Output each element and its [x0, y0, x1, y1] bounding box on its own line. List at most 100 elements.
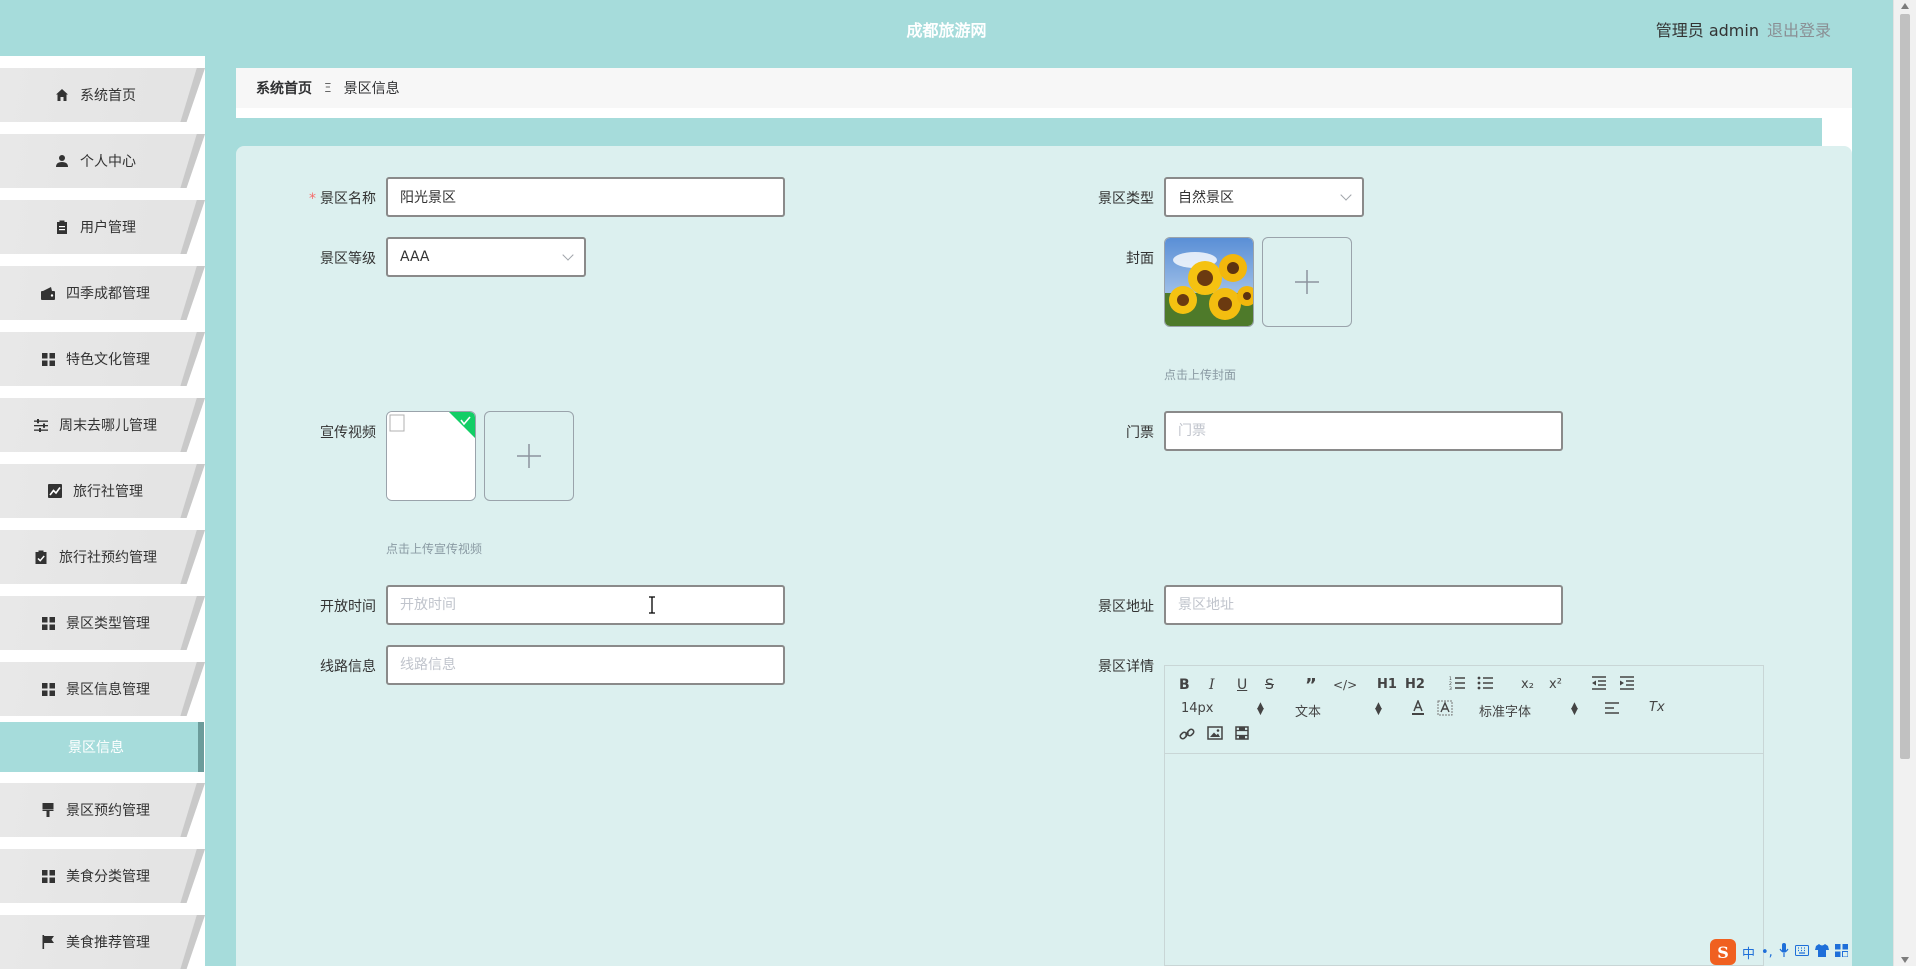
sidebar: 系统首页 个人中心 用户管理 四季成都管理 特色文化管理 周末去哪儿管理 旅行社… [0, 56, 205, 969]
address-input[interactable] [1164, 585, 1563, 625]
route-input[interactable] [386, 645, 785, 685]
name-input[interactable]: 阳光景区 [386, 177, 785, 217]
chevron-down-icon [562, 249, 574, 261]
ticket-label: 门票 [1126, 425, 1154, 441]
sidebar-item-profile[interactable]: 个人中心 [0, 128, 205, 188]
updown-arrows-icon: ▲ ▼ [1571, 701, 1578, 717]
address-label: 景区地址 [1098, 599, 1154, 615]
cover-thumbnail[interactable] [1164, 237, 1254, 327]
updown-arrows-icon: ▲ ▼ [1375, 701, 1382, 717]
clear-format-button[interactable]: Tx [1649, 700, 1665, 715]
ordered-list-icon[interactable]: 123 [1449, 676, 1465, 694]
video-thumbnail[interactable] [386, 411, 476, 501]
open-time-input[interactable] [386, 585, 785, 625]
sidebar-item-scenic-booking[interactable]: 景区预约管理 [0, 777, 205, 837]
sidebar-item-scenic-info[interactable]: 景区信息 [0, 716, 205, 772]
details-editor: B I U S ” </> H1 H2 123 x₂ x² 14px ▲ ▼ 文本… [1164, 665, 1764, 966]
chart-icon [47, 483, 63, 499]
sidebar-item-label: 个人中心 [80, 154, 136, 170]
grid-icon [40, 615, 56, 631]
blockquote-icon[interactable]: ” [1305, 675, 1317, 696]
ime-toolbar: S 中 •, [1710, 939, 1890, 965]
sidebar-item-agency-booking[interactable]: 旅行社预约管理 [0, 524, 205, 584]
link-icon[interactable] [1179, 726, 1195, 746]
background-color-icon[interactable] [1437, 700, 1453, 720]
scroll-up-arrow-icon[interactable] [1901, 3, 1909, 9]
sidebar-item-label: 景区预约管理 [66, 803, 150, 819]
sidebar-item-culture[interactable]: 特色文化管理 [0, 326, 205, 386]
ticket-input[interactable] [1164, 411, 1563, 451]
video-upload-button[interactable] [484, 411, 574, 501]
font-color-icon[interactable] [1411, 698, 1425, 720]
sidebar-item-seasons[interactable]: 四季成都管理 [0, 260, 205, 320]
scroll-down-arrow-icon[interactable] [1901, 957, 1909, 963]
image-icon[interactable] [1207, 726, 1223, 744]
page-scrollbar[interactable] [1893, 0, 1916, 966]
video-icon[interactable] [1235, 726, 1249, 744]
level-label: 景区等级 [320, 251, 376, 267]
code-block-icon[interactable]: </> [1333, 678, 1357, 692]
bullet-list-icon[interactable] [1477, 676, 1493, 694]
bold-button[interactable]: B [1179, 677, 1190, 693]
sidebar-item-scenic-type[interactable]: 景区类型管理 [0, 590, 205, 650]
home-icon [54, 87, 70, 103]
ibeam-cursor-icon [649, 596, 655, 614]
name-label: * 景区名称 [309, 191, 376, 207]
italic-button[interactable]: I [1209, 677, 1215, 693]
superscript-button[interactable]: x² [1549, 677, 1562, 692]
level-select[interactable]: AAA [386, 237, 586, 277]
h2-button[interactable]: H2 [1405, 677, 1425, 692]
sidebar-item-label: 四季成都管理 [66, 286, 150, 302]
ime-punctuation-toggle[interactable]: •, [1761, 945, 1773, 960]
outdent-icon[interactable] [1591, 676, 1607, 694]
flag-icon [40, 934, 56, 950]
open-time-label: 开放时间 [320, 599, 376, 615]
breadcrumb: 系统首页 Ξ 景区信息 [236, 68, 1852, 108]
microphone-icon[interactable] [1779, 943, 1789, 961]
breadcrumb-home[interactable]: 系统首页 [256, 78, 312, 98]
indent-icon[interactable] [1619, 676, 1635, 694]
sidebar-item-scenic-info-mgmt[interactable]: 景区信息管理 [0, 656, 205, 716]
sogou-logo-icon[interactable]: S [1710, 939, 1736, 965]
content-top-strip [236, 108, 1852, 118]
cover-upload-button[interactable] [1262, 237, 1352, 327]
broken-image-icon [387, 412, 475, 500]
text-style-select[interactable]: 文本 ▲ ▼ [1295, 701, 1385, 721]
svg-text:3: 3 [1449, 686, 1452, 690]
sidebar-item-label: 旅行社管理 [73, 484, 143, 500]
h1-button[interactable]: H1 [1377, 677, 1397, 692]
cover-upload-hint: 点击上传封面 [1164, 368, 1237, 382]
plus-icon [517, 444, 541, 468]
sidebar-item-label: 周末去哪儿管理 [59, 418, 157, 434]
toolbox-icon[interactable] [1834, 943, 1849, 961]
sidebar-item-food-category[interactable]: 美食分类管理 [0, 843, 205, 903]
font-size-select[interactable]: 14px ▲ ▼ [1181, 701, 1271, 717]
sidebar-item-weekend[interactable]: 周末去哪儿管理 [0, 392, 205, 452]
underline-button[interactable]: U [1237, 677, 1247, 693]
keyboard-icon[interactable] [1794, 944, 1809, 960]
sidebar-item-label: 美食推荐管理 [66, 935, 150, 951]
cover-label: 封面 [1126, 251, 1154, 267]
subscript-button[interactable]: x₂ [1521, 677, 1534, 692]
video-upload-hint: 点击上传宣传视频 [386, 542, 483, 556]
strike-button[interactable]: S [1265, 677, 1274, 693]
sidebar-item-agency[interactable]: 旅行社管理 [0, 458, 205, 518]
ime-mode-toggle[interactable]: 中 [1742, 943, 1755, 962]
font-family-select[interactable]: 标准字体 ▲ ▼ [1479, 701, 1579, 721]
type-select[interactable]: 自然景区 [1164, 177, 1364, 217]
type-label: 景区类型 [1098, 191, 1154, 207]
sidebar-item-food-recommend[interactable]: 美食推荐管理 [0, 909, 205, 969]
grid-icon [40, 868, 56, 884]
route-label: 线路信息 [320, 659, 376, 675]
scrollbar-thumb[interactable] [1900, 14, 1910, 759]
breadcrumb-current: 景区信息 [343, 81, 400, 97]
logout-link[interactable]: 退出登录 [1767, 21, 1831, 40]
sidebar-item-label: 旅行社预约管理 [59, 550, 157, 566]
sidebar-item-home[interactable]: 系统首页 [0, 62, 205, 122]
skin-icon[interactable] [1814, 943, 1829, 961]
user-icon [54, 153, 70, 169]
admin-name: 管理员 admin [1655, 21, 1759, 40]
sidebar-item-label: 特色文化管理 [66, 352, 150, 368]
align-left-icon[interactable] [1605, 702, 1619, 718]
sidebar-item-users[interactable]: 用户管理 [0, 194, 205, 254]
